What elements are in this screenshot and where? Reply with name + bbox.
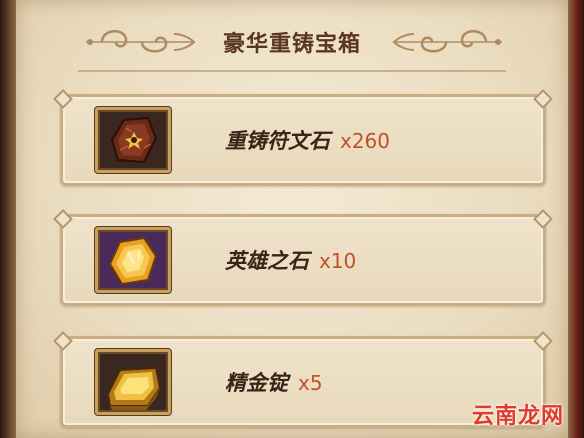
- item-icon-frame: [95, 349, 171, 415]
- item-label: 英雄之石 x10: [225, 245, 356, 275]
- item-name: 精金锭: [225, 370, 288, 395]
- gold-ingot-icon: [106, 366, 162, 410]
- item-label: 精金锭 x5: [225, 367, 323, 397]
- hero-stone-icon: [108, 236, 158, 286]
- rune-stone-icon: [110, 116, 158, 164]
- item-icon-frame: [95, 107, 171, 173]
- item-quantity: x260: [340, 129, 391, 153]
- item-name: 重铸符文石: [225, 128, 330, 153]
- title-divider: [78, 70, 506, 72]
- reward-item[interactable]: 英雄之石 x10: [60, 214, 546, 306]
- reward-dialog: 豪华重铸宝箱 重铸符文石 x260 英雄之石 x10 精金锭 x5: [16, 0, 568, 438]
- item-icon-frame: [95, 227, 171, 293]
- reward-item[interactable]: 重铸符文石 x260: [60, 94, 546, 186]
- right-border: [568, 0, 584, 438]
- watermark-text: 云南龙网: [471, 404, 564, 429]
- dialog-header: 豪华重铸宝箱: [16, 0, 568, 80]
- item-label: 重铸符文石 x260: [225, 125, 390, 155]
- item-quantity: x10: [319, 249, 357, 273]
- item-quantity: x5: [298, 371, 323, 395]
- item-name: 英雄之石: [225, 248, 309, 273]
- site-watermark: 云南龙网: [472, 398, 564, 430]
- left-border: [0, 0, 16, 438]
- right-scroll-ornament-icon: [392, 30, 502, 53]
